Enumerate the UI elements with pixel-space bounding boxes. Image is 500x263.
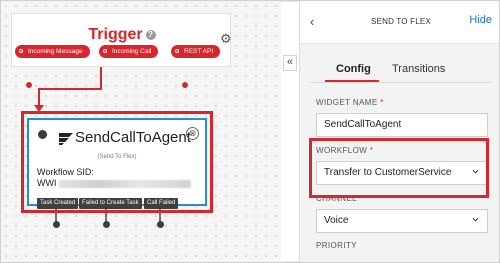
failed-to-create-task-transition[interactable]: Failed to Create Task — [79, 198, 142, 209]
close-icon[interactable]: ⊗ — [186, 127, 199, 140]
widget-subtitle: (Send To Flex) — [97, 154, 137, 160]
collapse-panel-button[interactable]: « — [283, 55, 297, 71]
inspector-panel: ‹ SEND TO FLEX Hide Config Transitions W… — [299, 1, 499, 262]
incoming-call-connection — [38, 65, 102, 109]
hide-link[interactable]: Hide — [469, 14, 492, 26]
help-icon[interactable]: ? — [145, 29, 156, 40]
incoming-message-port[interactable] — [25, 81, 33, 89]
incoming-call-pill[interactable]: Incoming Call — [99, 45, 159, 58]
send-to-flex-widget[interactable]: SendCallToAgent ⊗ (Send To Flex) Workflo… — [27, 118, 207, 206]
widget-name-input[interactable]: SendCallToAgent — [316, 113, 488, 137]
required-marker: * — [380, 98, 384, 107]
rest-api-pill[interactable]: REST API — [171, 45, 221, 58]
widget-title: SendCallToAgent — [75, 129, 191, 146]
workflow-sid-value: WWI — [37, 178, 57, 188]
widget-name-label: WIDGET NAME * — [316, 98, 384, 107]
panel-header: ‹ SEND TO FLEX Hide — [300, 1, 499, 44]
flex-logo-icon — [59, 133, 73, 145]
rest-api-port[interactable] — [181, 81, 189, 89]
redacted-sid — [59, 180, 191, 188]
tab-transitions[interactable]: Transitions — [392, 63, 445, 75]
channel-select-value: Voice — [324, 215, 349, 226]
flow-canvas[interactable]: Trigger? ⚙ Incoming Message Incoming Cal… — [1, 1, 281, 262]
tab-config[interactable]: Config — [336, 63, 371, 75]
incoming-message-pill[interactable]: Incoming Message — [15, 45, 90, 58]
task-created-port[interactable] — [53, 221, 60, 228]
widget-name-label-text: WIDGET NAME — [316, 98, 378, 107]
channel-select[interactable]: Voice — [316, 209, 488, 233]
call-failed-port[interactable] — [157, 221, 164, 228]
failed-task-port[interactable] — [103, 221, 110, 228]
widget-input-port[interactable] — [38, 130, 47, 139]
chevron-down-icon — [472, 217, 479, 222]
trigger-title-text: Trigger — [88, 26, 143, 43]
workflow-highlight-box — [309, 138, 489, 198]
tabs-divider — [310, 82, 492, 83]
call-failed-transition[interactable]: Call Failed — [144, 198, 179, 209]
gear-icon[interactable]: ⚙ — [220, 32, 232, 45]
task-created-transition[interactable]: Task Created — [37, 198, 79, 209]
priority-label: PRIORITY — [316, 241, 357, 250]
active-tab-indicator — [325, 80, 379, 82]
studio-window: Trigger? ⚙ Incoming Message Incoming Cal… — [0, 0, 500, 263]
trigger-title: Trigger? — [12, 26, 232, 44]
workflow-sid-label: Workflow SID: — [37, 167, 94, 177]
trigger-widget[interactable]: Trigger? ⚙ — [11, 13, 232, 67]
